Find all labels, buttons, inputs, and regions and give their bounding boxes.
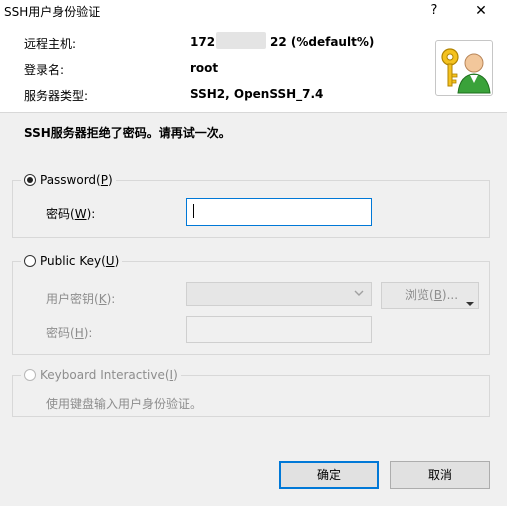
publickey-radio[interactable]: [24, 255, 36, 267]
cancel-button[interactable]: 取消: [390, 461, 490, 489]
chevron-down-icon: [353, 287, 365, 302]
publickey-radio-label: Public Key(: [40, 254, 106, 268]
publickey-radio-row[interactable]: Public Key(U): [21, 253, 123, 269]
keyboard-radio-label: Keyboard Interactive(: [40, 368, 170, 382]
remote-host-label: 远程主机:: [24, 37, 77, 51]
browse-button[interactable]: 浏览(B)...: [381, 282, 479, 309]
key-user-icon: [435, 40, 493, 96]
keyboard-radio-close: ): [173, 368, 178, 382]
keyboard-radio-row[interactable]: Keyboard Interactive(I): [21, 367, 181, 383]
login-name-value: root: [190, 61, 219, 75]
keyboard-description: 使用键盘输入用户身份验证。: [46, 397, 203, 411]
server-type-value: SSH2, OpenSSH_7.4: [190, 87, 324, 101]
help-button[interactable]: ?: [423, 0, 445, 22]
publickey-radio-close: ): [114, 254, 120, 268]
user-key-select[interactable]: [186, 282, 372, 306]
user-key-label: 用户密钥(K):: [46, 292, 116, 306]
login-name-label: 登录名:: [24, 63, 65, 77]
password-radio-key: P: [100, 173, 108, 187]
password-radio-close: ): [107, 173, 113, 187]
keyboard-radio[interactable]: [24, 369, 36, 381]
password-field-label: 密码(W):: [46, 207, 96, 221]
key-passphrase-input[interactable]: [186, 316, 372, 343]
password-radio[interactable]: [24, 174, 36, 186]
key-passphrase-label: 密码(H):: [46, 326, 93, 340]
server-type-label: 服务器类型:: [24, 89, 89, 103]
remote-host-suffix: 22 (%default%): [270, 35, 375, 49]
ok-button[interactable]: 确定: [279, 461, 379, 489]
window-title: SSH用户身份验证: [4, 5, 101, 19]
text-caret: [193, 204, 194, 218]
dropdown-arrow-icon: [466, 292, 474, 317]
password-radio-row[interactable]: Password(P): [21, 172, 116, 188]
password-input[interactable]: [186, 198, 372, 226]
publickey-radio-key: U: [105, 254, 115, 268]
password-radio-label: Password(: [40, 173, 101, 187]
auth-message: SSH服务器拒绝了密码。请再试一次。: [24, 126, 231, 140]
close-button[interactable]: ✕: [466, 0, 496, 22]
redacted-host-segment: [216, 32, 266, 49]
header-divider: [0, 112, 507, 113]
